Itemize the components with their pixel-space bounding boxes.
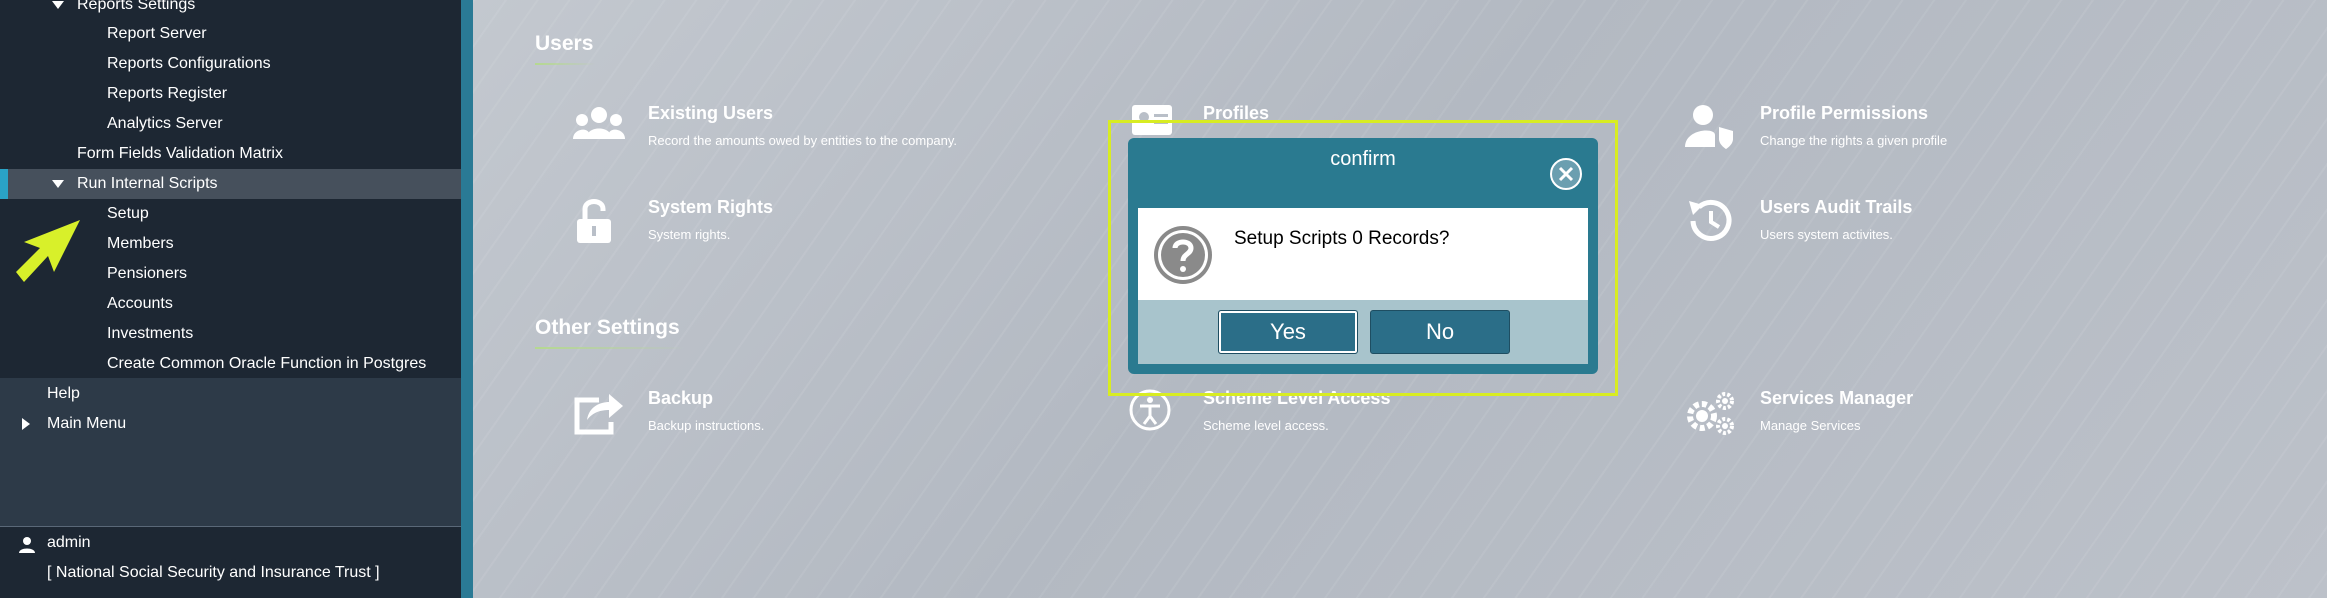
- sidebar-item-label: Investments: [107, 325, 194, 342]
- sidebar-item-label: Pensioners: [107, 265, 188, 282]
- user-name-label: admin: [47, 534, 91, 551]
- sidebar-item-run-internal-scripts[interactable]: Run Internal Scripts: [0, 169, 461, 199]
- user-icon: [19, 537, 35, 553]
- tile-title: Users Audit Trails: [1760, 197, 1913, 217]
- sidebar: Reports Settings Report Server Reports C…: [0, 0, 461, 598]
- tile-description: Manage Services: [1760, 418, 1861, 433]
- sidebar-item-reports-register[interactable]: Reports Register: [0, 79, 461, 109]
- sidebar-item-reports-settings[interactable]: Reports Settings: [0, 0, 461, 20]
- tile-description: System rights.: [648, 227, 731, 242]
- sidebar-item-label: Help: [47, 385, 80, 402]
- users-group-icon: [573, 107, 625, 139]
- tile-description: Change the rights a given profile: [1760, 133, 1948, 148]
- sidebar-item-label: Members: [107, 235, 174, 252]
- chevron-down-icon: [52, 1, 64, 9]
- tile-description: Users system activites.: [1760, 227, 1893, 242]
- sidebar-item-label: Reports Settings: [77, 0, 196, 13]
- sidebar-item-label: Analytics Server: [107, 115, 223, 132]
- chevron-down-icon: [52, 180, 64, 188]
- sidebar-item-label: Report Server: [107, 25, 207, 42]
- sidebar-item-label: Reports Configurations: [107, 55, 271, 72]
- user-organization: [ National Social Security and Insurance…: [0, 558, 461, 588]
- sidebar-item-label: Create Common Oracle Function in Postgre…: [107, 355, 427, 372]
- tile-title: Profile Permissions: [1760, 103, 1929, 123]
- close-icon: [1558, 166, 1574, 182]
- tile-description: Scheme level access.: [1203, 418, 1329, 433]
- dialog-message: Setup Scripts 0 Records?: [1234, 228, 1450, 249]
- organization-label: [ National Social Security and Insurance…: [47, 564, 380, 581]
- tile-title: Existing Users: [648, 103, 774, 123]
- gears-icon: [1687, 392, 1734, 435]
- close-button[interactable]: [1550, 158, 1582, 190]
- sidebar-item-main-menu[interactable]: Main Menu: [0, 409, 461, 439]
- sidebar-item-form-fields-validation-matrix[interactable]: Form Fields Validation Matrix: [0, 139, 461, 169]
- sidebar-item-label: Setup: [107, 205, 149, 222]
- chevron-right-icon: [22, 418, 30, 430]
- tile-users-audit-trails[interactable]: Users Audit Trails Users system activite…: [1685, 197, 2105, 257]
- sidebar-item-label: Main Menu: [47, 415, 127, 432]
- sidebar-item-help[interactable]: Help: [0, 379, 461, 409]
- dialog-body: Setup Scripts 0 Records?: [1138, 208, 1588, 300]
- no-button[interactable]: No: [1370, 310, 1510, 354]
- sidebar-item-label: Accounts: [107, 295, 173, 312]
- tile-title: System Rights: [648, 197, 774, 217]
- sidebar-item-reports-configurations[interactable]: Reports Configurations: [0, 49, 461, 79]
- tile-description: Backup instructions.: [648, 418, 765, 433]
- sidebar-item-analytics-server[interactable]: Analytics Server: [0, 109, 461, 139]
- pointer-arrow-icon: [16, 220, 80, 282]
- confirm-dialog: confirm Setup Scripts 0 Records? Yes No: [1128, 138, 1598, 374]
- tile-title: Backup: [648, 388, 714, 408]
- sidebar-item-create-common-oracle-function[interactable]: Create Common Oracle Function in Postgre…: [0, 349, 461, 379]
- dialog-footer: Yes No: [1138, 300, 1588, 364]
- tile-description: Record the amounts owed by entities to t…: [648, 133, 958, 148]
- section-underline: [535, 347, 685, 349]
- tile-system-rights[interactable]: System Rights System rights.: [573, 197, 993, 257]
- tile-profile-permissions[interactable]: Profile Permissions Change the rights a …: [1685, 103, 2105, 163]
- question-icon: [1154, 226, 1212, 284]
- section-title-other-settings: Other Settings: [535, 316, 680, 339]
- tile-scheme-level-access[interactable]: Scheme Level Access Scheme level access.: [1128, 388, 1548, 448]
- history-icon: [1689, 199, 1732, 241]
- user-name[interactable]: admin: [0, 528, 461, 558]
- sidebar-item-label: Form Fields Validation Matrix: [77, 145, 283, 162]
- tile-existing-users[interactable]: Existing Users Record the amounts owed b…: [573, 103, 993, 163]
- section-underline: [535, 63, 595, 65]
- user-shield-icon: [1685, 105, 1733, 149]
- sidebar-item-investments[interactable]: Investments: [0, 319, 461, 349]
- sidebar-item-label: Run Internal Scripts: [77, 175, 218, 192]
- sidebar-item-accounts[interactable]: Accounts: [0, 289, 461, 319]
- dialog-title: confirm: [1330, 148, 1396, 170]
- sidebar-item-report-server[interactable]: Report Server: [0, 19, 461, 49]
- tile-services-manager[interactable]: Services Manager Manage Services: [1685, 388, 2105, 448]
- yes-button[interactable]: Yes: [1218, 310, 1358, 354]
- share-export-icon: [574, 394, 623, 435]
- sidebar-edge: [461, 0, 473, 598]
- tile-backup[interactable]: Backup Backup instructions.: [573, 388, 993, 448]
- section-title-users: Users: [535, 32, 594, 55]
- tile-title: Services Manager: [1760, 388, 1914, 408]
- sidebar-item-label: Reports Register: [107, 85, 228, 102]
- unlock-icon: [577, 199, 611, 243]
